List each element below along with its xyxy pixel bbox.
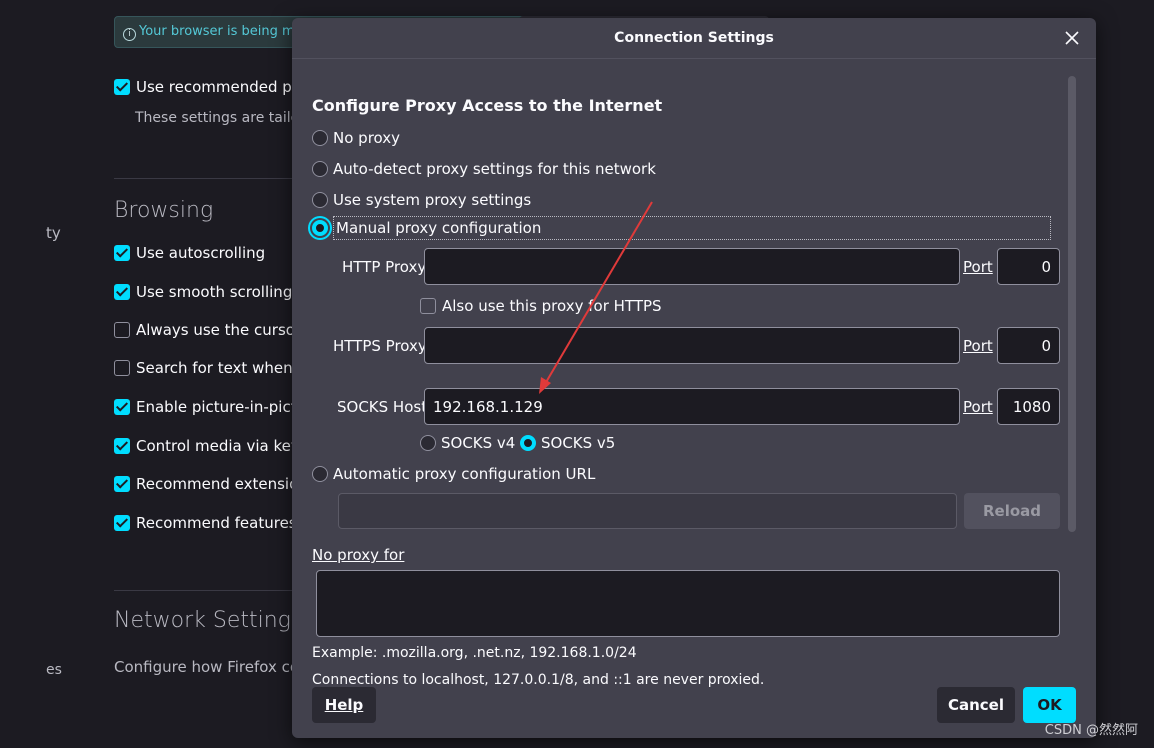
radio-manual-proxy[interactable]: Manual proxy configuration: [312, 216, 1051, 240]
radio-label: Automatic proxy configuration URL: [333, 465, 596, 483]
info-icon: i: [123, 28, 136, 41]
radio-no-proxy[interactable]: No proxy: [312, 129, 400, 147]
checkbox-unchecked-icon: [114, 360, 130, 376]
browsing-option-label: Use autoscrolling: [136, 244, 266, 262]
browsing-option[interactable]: Always use the cursor: [114, 321, 301, 339]
browsing-option-label: Recommend extension: [136, 475, 308, 493]
connection-settings-dialog: Connection Settings Configure Proxy Acce…: [292, 18, 1096, 738]
radio-icon: [312, 161, 328, 177]
https-port-input[interactable]: 0: [997, 327, 1060, 364]
reload-button[interactable]: Reload: [964, 493, 1060, 529]
section-divider: [114, 178, 294, 179]
use-recommended-checkbox[interactable]: Use recommended per: [114, 78, 307, 96]
http-proxy-label: HTTP Proxy: [342, 258, 427, 276]
network-settings-heading: Network Settings: [114, 608, 303, 633]
browsing-option[interactable]: Enable picture-in-pictu: [114, 398, 306, 416]
checkbox-checked-icon: [114, 399, 130, 415]
sidebar-fragment: es: [46, 662, 62, 678]
section-title: Configure Proxy Access to the Internet: [312, 96, 663, 115]
scrollbar-thumb[interactable]: [1068, 76, 1076, 532]
radio-label: Manual proxy configuration: [333, 216, 1051, 240]
http-port-label: Port: [963, 258, 993, 276]
browsing-option[interactable]: Use smooth scrolling: [114, 283, 292, 301]
browsing-option[interactable]: Recommend extension: [114, 475, 308, 493]
browsing-option[interactable]: Recommend features a: [114, 514, 311, 532]
radio-icon: [420, 435, 436, 451]
checkbox-checked-icon: [114, 515, 130, 531]
auto-proxy-url-input[interactable]: [338, 493, 957, 529]
browsing-option[interactable]: Search for text when y: [114, 359, 306, 377]
checkbox-checked-icon: [114, 79, 130, 95]
browsing-option[interactable]: Use autoscrolling: [114, 244, 265, 262]
checkbox-unchecked-icon: [420, 298, 436, 314]
http-port-input[interactable]: 0: [997, 248, 1060, 285]
no-proxy-example: Example: .mozilla.org, .net.nz, 192.168.…: [312, 645, 637, 661]
dialog-title: Connection Settings: [614, 30, 774, 46]
radio-label: Auto-detect proxy settings for this netw…: [333, 160, 656, 178]
socks-port-input[interactable]: 1080: [997, 388, 1060, 425]
checkbox-checked-icon: [114, 438, 130, 454]
radio-icon: [312, 130, 328, 146]
title-separator: [292, 58, 1096, 59]
socks-host-input[interactable]: 192.168.1.129: [424, 388, 960, 425]
checkbox-unchecked-icon: [114, 322, 130, 338]
ok-button[interactable]: OK: [1023, 687, 1076, 723]
radio-selected-icon: [312, 220, 328, 236]
radio-system-proxy[interactable]: Use system proxy settings: [312, 191, 531, 209]
checkbox-checked-icon: [114, 284, 130, 300]
cancel-button[interactable]: Cancel: [937, 687, 1015, 723]
radio-socks-v5[interactable]: SOCKS v5: [520, 434, 615, 452]
radio-label: Use system proxy settings: [333, 191, 532, 209]
browsing-option-label: Search for text when y: [136, 359, 307, 377]
browsing-option-label: Always use the cursor: [136, 321, 302, 339]
browsing-option-label: Control media via keyb: [136, 437, 310, 455]
https-proxy-input[interactable]: [424, 327, 960, 364]
policy-notice-text: Your browser is being ma: [139, 24, 303, 39]
checkbox-label: Also use this proxy for HTTPS: [442, 297, 662, 315]
radio-auto-detect[interactable]: Auto-detect proxy settings for this netw…: [312, 160, 656, 178]
socks-host-label: SOCKS Host: [337, 398, 428, 416]
use-recommended-description: These settings are tailore: [135, 110, 314, 126]
http-proxy-input[interactable]: [424, 248, 960, 285]
no-proxy-for-label: No proxy for: [312, 546, 405, 564]
section-divider: [114, 590, 294, 591]
radio-selected-icon: [520, 435, 536, 451]
radio-icon: [312, 192, 328, 208]
help-button[interactable]: Help: [312, 687, 376, 723]
browsing-option[interactable]: Control media via keyb: [114, 437, 309, 455]
browsing-option-label: Use smooth scrolling: [136, 283, 293, 301]
browsing-option-label: Recommend features a: [136, 514, 311, 532]
close-icon: [1065, 31, 1079, 45]
watermark: CSDN @然然阿: [1044, 723, 1138, 738]
close-button[interactable]: [1060, 26, 1084, 50]
checkbox-checked-icon: [114, 476, 130, 492]
radio-socks-v4[interactable]: SOCKS v4: [420, 434, 515, 452]
sidebar-fragment: ty: [46, 224, 61, 242]
https-port-label: Port: [963, 337, 993, 355]
also-https-checkbox[interactable]: Also use this proxy for HTTPS: [420, 297, 662, 315]
radio-label: SOCKS v4: [441, 434, 516, 452]
https-proxy-label: HTTPS Proxy: [333, 337, 427, 355]
radio-icon: [312, 466, 328, 482]
browsing-heading: Browsing: [114, 198, 214, 223]
socks-port-label: Port: [963, 398, 993, 416]
radio-label: SOCKS v5: [541, 434, 616, 452]
checkbox-checked-icon: [114, 245, 130, 261]
network-settings-description: Configure how Firefox co: [114, 658, 300, 676]
browsing-option-label: Enable picture-in-pictu: [136, 398, 307, 416]
localhost-note: Connections to localhost, 127.0.0.1/8, a…: [312, 672, 765, 688]
radio-auto-proxy-url[interactable]: Automatic proxy configuration URL: [312, 465, 595, 483]
no-proxy-for-textarea[interactable]: [316, 570, 1060, 637]
radio-label: No proxy: [333, 129, 400, 147]
use-recommended-label: Use recommended per: [136, 78, 308, 96]
